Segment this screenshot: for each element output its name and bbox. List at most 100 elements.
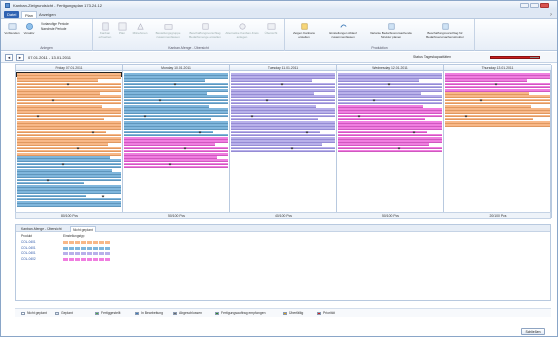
kanban-bar[interactable] (231, 114, 335, 118)
kanban-bar[interactable] (17, 172, 121, 175)
kanban-bar[interactable] (17, 133, 121, 137)
tab-plan[interactable]: Plan (21, 11, 38, 18)
kanban-bar[interactable] (338, 117, 425, 121)
minimize-button[interactable] (520, 3, 529, 8)
kanban-bar[interactable] (17, 162, 121, 166)
kanban-bar[interactable] (17, 124, 121, 127)
kanban-bar[interactable] (124, 111, 228, 114)
kanban-bar[interactable] (231, 149, 335, 153)
kanban-bar[interactable] (338, 114, 442, 118)
kanban-bar[interactable] (445, 114, 550, 118)
overview-button[interactable]: Übersicht (261, 22, 281, 36)
kanban-bar[interactable] (338, 143, 429, 146)
kanban-bar[interactable] (445, 85, 550, 89)
next-week-button[interactable]: ► (16, 54, 24, 61)
kanban-bar[interactable] (124, 149, 228, 153)
kanban-bar[interactable] (231, 117, 318, 121)
kanban-bar[interactable] (17, 114, 121, 118)
voraktiv-button[interactable]: Voraktiv (21, 22, 37, 36)
kanban-bar[interactable] (124, 79, 205, 82)
kanban-bar[interactable] (17, 178, 121, 182)
kanban-bar[interactable] (17, 159, 121, 162)
kanban-bar[interactable] (231, 108, 335, 111)
kanban-bar[interactable] (445, 98, 550, 102)
kanban-bar[interactable] (17, 76, 121, 79)
previous-period-button[interactable]: Vorlaeufige Periode (41, 22, 69, 26)
kanban-bar[interactable] (124, 101, 228, 105)
kanban-bar[interactable] (231, 79, 312, 82)
kanban-bar[interactable] (338, 146, 442, 150)
kanban-bar[interactable] (17, 98, 121, 102)
kanban-bar[interactable] (445, 79, 527, 82)
kanban-bar[interactable] (124, 156, 217, 159)
table-row[interactable]: COL-0401 (19, 246, 137, 251)
alternative-kanban-button[interactable]: Alternative Kanban-Kreis anlegen (225, 22, 259, 39)
kanban-bar[interactable] (17, 197, 121, 201)
kanban-bar[interactable] (445, 117, 533, 121)
kanban-bar[interactable] (124, 114, 228, 118)
kanban-bar[interactable] (338, 92, 421, 95)
vorblenden-button[interactable]: Vorblenden (4, 22, 20, 36)
kanban-bar[interactable] (17, 194, 86, 198)
kanban-increase-button[interactable]: Kanban erhoehen (96, 22, 114, 39)
kanban-bar[interactable] (17, 149, 121, 153)
close-window-button[interactable] (540, 3, 549, 8)
product-link[interactable]: COL-0401 (21, 240, 36, 244)
table-row[interactable]: COL-0401 (19, 251, 137, 256)
kanban-bar[interactable] (231, 101, 335, 105)
tab-not-planned[interactable]: Nicht geplant (70, 226, 96, 232)
kanban-bar[interactable] (231, 146, 335, 150)
kanban-bar[interactable] (124, 76, 228, 79)
kanban-bar[interactable] (445, 124, 550, 127)
kanban-bar[interactable] (445, 95, 550, 98)
kanban-bar[interactable] (124, 162, 228, 166)
kanban-bar[interactable] (124, 85, 228, 89)
kanban-bar[interactable] (124, 98, 228, 102)
kanban-bar[interactable] (338, 127, 442, 130)
kanban-bar[interactable] (124, 159, 228, 162)
kanban-bar[interactable] (17, 165, 121, 169)
procurement-proposal-button[interactable]: Beschaffungsvorschlag Bedarfsmenge erste… (187, 22, 223, 39)
kanban-bar[interactable] (17, 204, 121, 207)
maximize-button[interactable] (530, 3, 539, 8)
kanban-bar[interactable] (17, 85, 121, 89)
kanban-bar[interactable] (231, 98, 335, 102)
kanban-bar[interactable] (338, 111, 442, 114)
kanban-bar[interactable] (17, 156, 110, 159)
kanban-bar[interactable] (17, 181, 84, 185)
tab-kanban-overview[interactable]: Kanban-Menge - Übersicht (19, 226, 64, 232)
kanban-bar[interactable] (124, 127, 228, 130)
kanban-bar[interactable] (445, 92, 529, 95)
kanban-bar[interactable] (17, 117, 104, 121)
kanban-bar[interactable] (124, 133, 228, 137)
kanban-bar[interactable] (445, 76, 550, 79)
plan-structure-button[interactable]: Variante Bedarfsverursachende Struktur p… (367, 22, 415, 39)
kanban-bar[interactable] (124, 92, 207, 95)
create-kanbans-button[interactable]: Zeigen Kanbans erstellen (287, 22, 321, 39)
group-summarize-button[interactable]: Bestellungsgruppe zusammenfassen (151, 22, 185, 39)
kanban-bar[interactable] (124, 124, 228, 127)
kanban-bar[interactable] (231, 92, 314, 95)
kanban-bar[interactable] (17, 111, 121, 114)
kanban-bar[interactable] (338, 124, 442, 127)
structure-proposal-button[interactable]: Beschaffungsvorschlag für Bedarfsverursa… (419, 22, 471, 39)
kanban-bar[interactable] (338, 101, 442, 105)
kanban-bar[interactable] (338, 140, 442, 143)
kanban-bar[interactable] (231, 95, 335, 98)
product-link[interactable]: COL-0401 (21, 251, 36, 255)
kanban-bar[interactable] (338, 95, 442, 98)
kanban-bar[interactable] (17, 92, 100, 95)
kanban-bar[interactable] (17, 146, 121, 150)
kanban-bar[interactable] (338, 79, 419, 82)
kanban-bar[interactable] (231, 85, 335, 89)
mitnehmen-button[interactable]: Mitnehmen (131, 22, 149, 36)
close-button[interactable]: Schließen (521, 328, 545, 335)
kanban-bar[interactable] (17, 101, 121, 105)
kanban-bar[interactable] (124, 140, 228, 143)
tab-anzeigen[interactable]: Anzeigen (36, 11, 59, 18)
kanban-bar[interactable] (17, 140, 121, 143)
kanban-bar[interactable] (445, 108, 550, 111)
kanban-bar[interactable] (231, 140, 335, 143)
plan-button[interactable]: Plan (115, 22, 129, 36)
kanban-bar[interactable] (17, 79, 98, 82)
